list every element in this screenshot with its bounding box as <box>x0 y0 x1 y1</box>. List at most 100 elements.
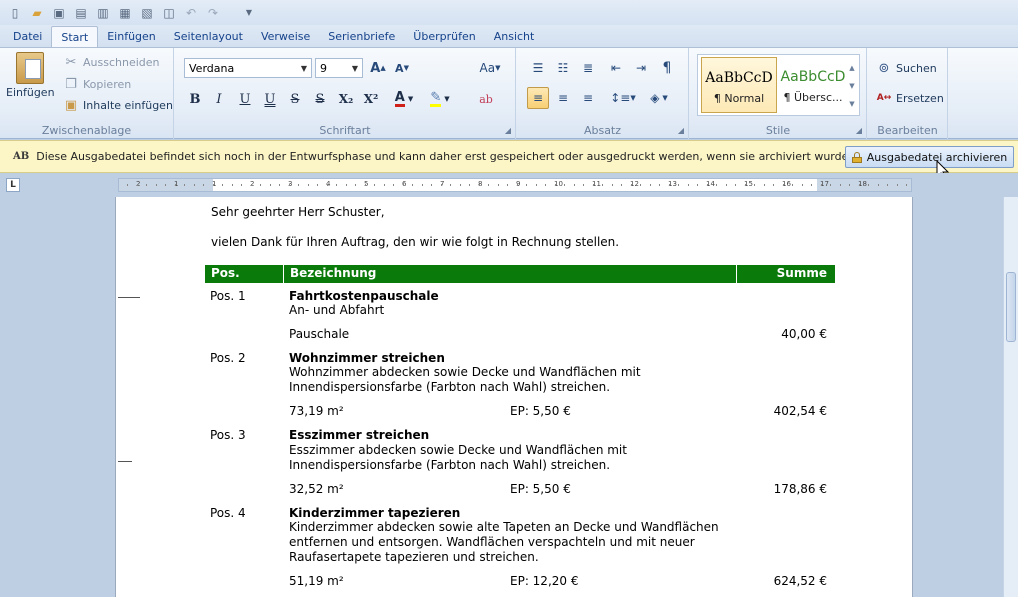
italic-button[interactable]: I <box>208 88 230 110</box>
increase-indent-button[interactable]: ⇥ <box>630 57 652 79</box>
infobar-message: Diese Ausgabedatei befindet sich noch in… <box>36 150 852 163</box>
style-heading[interactable]: AaBbCcD ¶ Übersc... <box>778 57 848 113</box>
chevron-down-icon[interactable]: ▼ <box>297 59 311 77</box>
ruler-tick <box>507 184 508 186</box>
bullet-list-button[interactable]: ☰ <box>527 57 549 79</box>
ruler-tick <box>649 184 651 186</box>
numbered-list-button[interactable]: ☷ <box>552 57 574 79</box>
replace-label: Ersetzen <box>896 91 944 105</box>
ruler-tick <box>526 184 527 186</box>
vertical-scrollbar[interactable] <box>1003 197 1018 597</box>
tab-seitenlayout[interactable]: Seitenlayout <box>165 26 252 47</box>
chevron-down-icon[interactable]: ▼ <box>348 59 362 77</box>
undo-icon[interactable]: ↶ <box>182 4 200 22</box>
paste-special-icon: ▣ <box>64 97 78 113</box>
chevron-down-icon[interactable]: ▼ <box>847 77 857 95</box>
customize-icon[interactable]: ▼ <box>240 4 258 22</box>
font-size-combo[interactable]: 9 ▼ <box>315 58 363 78</box>
font-color-button[interactable]: A ▼ <box>389 88 419 110</box>
pdf-icon[interactable]: ▥ <box>94 4 112 22</box>
ruler-tick <box>792 184 793 186</box>
preview-icon[interactable]: ◫ <box>160 4 178 22</box>
redo-icon[interactable]: ↷ <box>204 4 222 22</box>
save-all-icon[interactable]: ▤ <box>72 4 90 22</box>
print-icon[interactable]: ▦ <box>116 4 134 22</box>
highlighter-icon: ✎ <box>430 90 442 107</box>
ruler-tick <box>469 184 470 186</box>
dialog-launcher-icon[interactable]: ◢ <box>856 126 862 135</box>
ruler-tick <box>307 184 309 186</box>
open-folder-icon[interactable]: ▰ <box>28 4 46 22</box>
ruler-tick <box>355 184 356 186</box>
fold-mark <box>118 461 132 462</box>
shading-button[interactable]: ◈ ▼ <box>643 87 675 109</box>
tab-datei[interactable]: Datei <box>4 26 51 47</box>
save-icon[interactable]: ▣ <box>50 4 68 22</box>
new-document-icon[interactable]: ▯ <box>6 4 24 22</box>
underline-button[interactable]: U <box>234 88 256 110</box>
clear-format-button[interactable]: ab <box>475 88 497 110</box>
replace-button[interactable]: A↔ Ersetzen <box>876 90 944 106</box>
multilevel-list-icon: ≣ <box>582 61 594 75</box>
copy-button[interactable]: ❐ Kopieren <box>63 76 131 92</box>
bold-button[interactable]: B <box>184 88 206 110</box>
tab-einfuegen[interactable]: Einfügen <box>98 26 165 47</box>
show-marks-button[interactable]: ¶ <box>656 57 678 79</box>
paste-button[interactable]: Einfügen <box>6 52 55 99</box>
align-left-button[interactable]: ≡ <box>527 87 549 109</box>
decrease-indent-button[interactable]: ⇤ <box>605 57 627 79</box>
double-underline-button[interactable]: U <box>259 88 281 110</box>
align-right-button[interactable]: ≡ <box>577 87 599 109</box>
font-name-combo[interactable]: Verdana ▼ <box>184 58 312 78</box>
tab-verweise[interactable]: Verweise <box>252 26 319 47</box>
draft-infobar: AB Diese Ausgabedatei befindet sich noch… <box>0 140 1018 173</box>
document-area[interactable]: Sehr geehrter Herr Schuster, vielen Dank… <box>0 197 1003 597</box>
line-spacing-button[interactable]: ↕≡ ▼ <box>608 87 638 109</box>
document-page[interactable]: Sehr geehrter Herr Schuster, vielen Dank… <box>115 197 913 597</box>
superscript-button[interactable]: X² <box>360 88 382 110</box>
greeting: Sehr geehrter Herr Schuster, <box>211 205 385 219</box>
align-center-button[interactable]: ≡ <box>552 87 574 109</box>
tab-ueberpruefen[interactable]: Überprüfen <box>404 26 484 47</box>
cut-button[interactable]: ✂ Ausschneiden <box>63 54 160 70</box>
tab-selector[interactable]: L <box>6 178 20 192</box>
dialog-launcher-icon[interactable]: ◢ <box>505 126 511 135</box>
grow-font-button[interactable]: A ▲ <box>367 57 389 79</box>
ruler-tick <box>839 184 841 186</box>
shrink-font-button[interactable]: A ▼ <box>391 57 413 79</box>
styles-group-label: Stile <box>765 124 791 137</box>
ruler-tick <box>697 184 698 186</box>
ruler-tick <box>820 184 822 186</box>
archive-output-button[interactable]: Ausgabedatei archivieren <box>845 146 1014 168</box>
position-line: Innendispersionsfarbe (Farbton nach Wahl… <box>289 380 611 394</box>
find-button[interactable]: ⊚ Suchen <box>876 60 937 76</box>
strikethrough-button[interactable]: S <box>284 88 306 110</box>
change-case-button[interactable]: Aa ▼ <box>475 57 505 79</box>
position-line: An- und Abfahrt <box>289 303 385 317</box>
position-title: Wohnzimmer streichen <box>289 351 445 365</box>
ruler-tick <box>706 184 708 186</box>
ruler-tick <box>868 184 869 186</box>
paste-content-button[interactable]: ▣ Inhalte einfügen <box>63 97 173 113</box>
line-spacing-icon: ↕≡ <box>610 91 631 105</box>
position-title: Fahrtkostenpauschale <box>289 289 439 303</box>
print-preview-icon[interactable]: ▧ <box>138 4 156 22</box>
tab-ansicht[interactable]: Ansicht <box>485 26 544 47</box>
chevron-up-icon[interactable]: ▲ <box>847 59 857 77</box>
multilevel-list-button[interactable]: ≣ <box>577 57 599 79</box>
scrollbar-thumb[interactable] <box>1006 272 1016 342</box>
font-color-icon: A <box>394 90 405 107</box>
style-normal[interactable]: AaBbCcD ¶ Normal <box>701 57 777 113</box>
ruler-tick <box>174 184 176 186</box>
gallery-scroll[interactable]: ▲ ▼ ▼ <box>847 59 857 113</box>
highlight-button[interactable]: ✎ ▼ <box>425 88 455 110</box>
paint-bucket-icon: ◈ <box>650 91 660 105</box>
subscript-button[interactable]: X₂ <box>335 88 357 110</box>
double-strikethrough-button[interactable]: S <box>309 88 331 110</box>
clipboard-group-label: Zwischenablage <box>41 124 132 137</box>
horizontal-ruler[interactable]: 2 1 1 2 3 4 5 6 7 8 9 10 11 12 13 14 15 16 17 18 <box>118 178 912 192</box>
tab-start[interactable]: Start <box>51 26 99 47</box>
more-icon[interactable]: ▼ <box>847 95 857 113</box>
tab-serienbriefe[interactable]: Serienbriefe <box>319 26 404 47</box>
dialog-launcher-icon[interactable]: ◢ <box>678 126 684 135</box>
